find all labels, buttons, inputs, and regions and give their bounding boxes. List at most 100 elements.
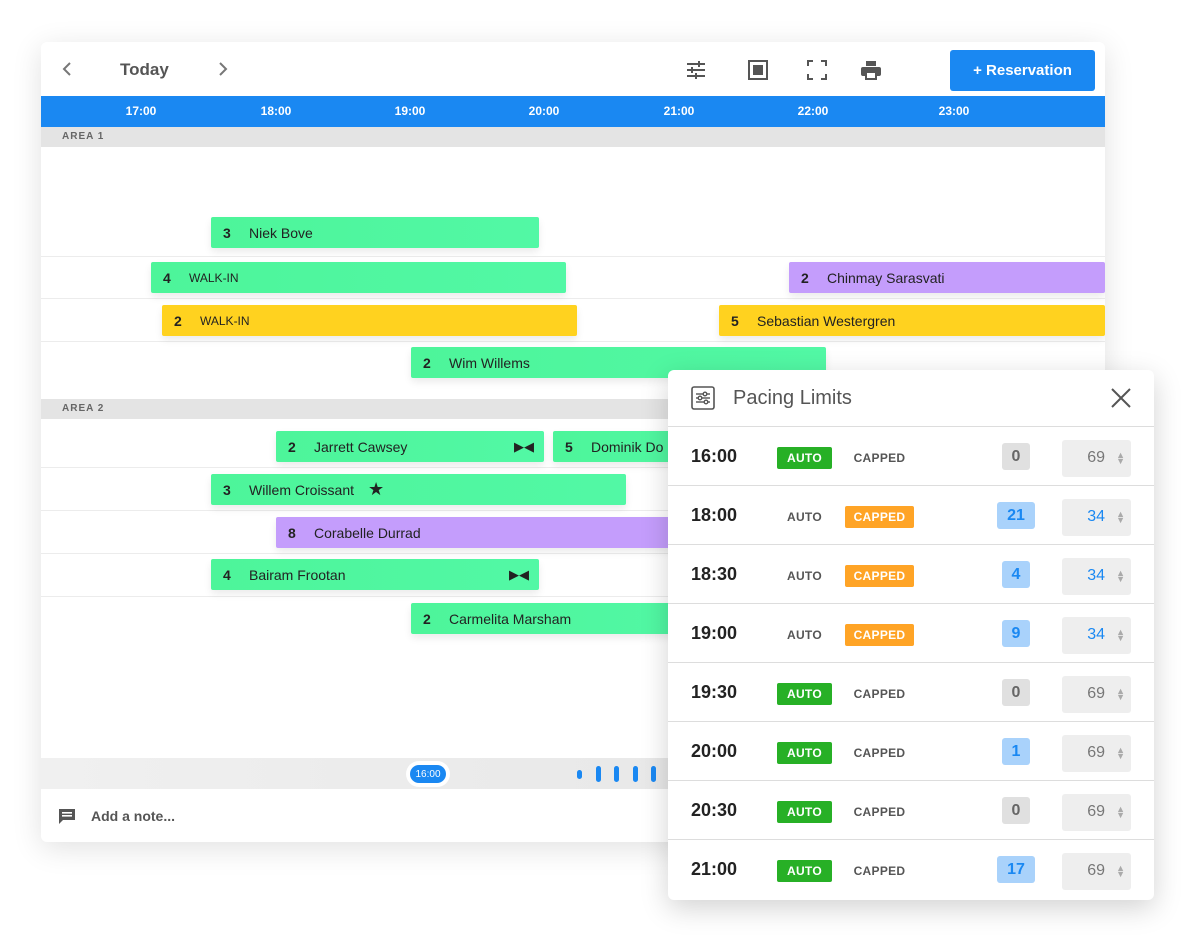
party-size: 2 [423, 610, 431, 627]
spinner-arrows-icon[interactable]: ▲ ▼ [1116, 628, 1125, 643]
limit-input[interactable]: 69 ▲ ▼ [1062, 853, 1131, 890]
party-size: 8 [288, 524, 296, 541]
spinner-arrows-icon[interactable]: ▲ ▼ [1116, 805, 1125, 820]
app-stage: Today + Reservation 17:00 18:00 19:00 20… [0, 0, 1200, 946]
comment-icon [59, 809, 75, 824]
spinner-arrows-icon[interactable]: ▲ ▼ [1116, 451, 1125, 466]
party-size: 2 [174, 312, 182, 329]
limit-value: 69 [1087, 744, 1105, 761]
party-size: 5 [565, 438, 573, 455]
hour-label: 23:00 [938, 104, 970, 118]
scrubber-tick [596, 766, 601, 782]
pacing-limits-panel: Pacing Limits 16:00 AUTO CAPPED 0 69 ▲ ▼ 1… [668, 370, 1154, 900]
party-size: 2 [288, 438, 296, 455]
covers-count: 0 [1002, 679, 1030, 706]
fullscreen-button[interactable] [805, 58, 829, 82]
covers-count: 21 [997, 502, 1035, 529]
chevron-right-icon [219, 62, 228, 76]
reservation-bar[interactable]: 2 Carmelita Marsham [411, 603, 701, 634]
pacing-row: 20:30 AUTO CAPPED 0 69 ▲ ▼ [668, 781, 1154, 840]
spinner-arrows-icon[interactable]: ▲ ▼ [1116, 510, 1125, 525]
note-placeholder: Add a note... [91, 808, 175, 824]
pacing-row: 21:00 AUTO CAPPED 17 69 ▲ ▼ [668, 840, 1154, 899]
guest-name: WALK-IN [189, 270, 239, 285]
pacing-row: 19:00 AUTO CAPPED 9 34 ▲ ▼ [668, 604, 1154, 663]
toolbar: Today + Reservation [41, 42, 1105, 96]
reservation-bar[interactable]: 2 Chinmay Sarasvati [789, 262, 1105, 293]
add-reservation-button[interactable]: + Reservation [950, 50, 1095, 91]
auto-toggle[interactable]: AUTO [777, 506, 832, 528]
date-label[interactable]: Today [120, 60, 169, 80]
vip-star-icon: ★ [368, 479, 385, 499]
auto-toggle[interactable]: AUTO [777, 624, 832, 646]
limit-value: 69 [1087, 685, 1105, 702]
limit-input[interactable]: 69 ▲ ▼ [1062, 440, 1131, 477]
party-size: 4 [223, 566, 231, 583]
auto-toggle[interactable]: AUTO [777, 801, 832, 823]
hour-label: 22:00 [797, 104, 829, 118]
guest-name: Sebastian Westergren [757, 312, 896, 329]
covers-count: 0 [1002, 797, 1030, 824]
scrubber-handle[interactable]: 16:00 [410, 765, 446, 783]
guest-name: Willem Croissant [249, 481, 355, 498]
layout-view-button[interactable] [746, 58, 770, 82]
close-icon[interactable] [1110, 387, 1132, 409]
reservation-bar[interactable]: 2 Jarrett Cawsey ▶◀ [276, 431, 544, 462]
pacing-row: 20:00 AUTO CAPPED 1 69 ▲ ▼ [668, 722, 1154, 781]
guest-name: Jarrett Cawsey [314, 438, 408, 455]
limit-input[interactable]: 34 ▲ ▼ [1062, 617, 1131, 654]
printer-icon [861, 61, 881, 80]
area-header: AREA 1 [41, 127, 1105, 147]
pacing-time: 19:00 [691, 623, 738, 643]
reservation-bar[interactable]: 5 Sebastian Westergren [719, 305, 1105, 336]
spinner-arrows-icon[interactable]: ▲ ▼ [1116, 864, 1125, 879]
spinner-arrows-icon[interactable]: ▲ ▼ [1116, 746, 1125, 761]
covers-count: 9 [1002, 620, 1030, 647]
auto-toggle[interactable]: AUTO [777, 565, 832, 587]
reservation-bar[interactable]: 3 Willem Croissant ★ [211, 474, 626, 505]
reservation-bar[interactable]: 4 Bairam Frootan ▶◀ [211, 559, 539, 590]
scrubber-tick [577, 770, 582, 779]
scrubber-tick [651, 766, 656, 782]
limit-input[interactable]: 69 ▲ ▼ [1062, 676, 1131, 713]
scrubber-tick [614, 766, 619, 782]
linked-tables-icon: ▶◀ [509, 567, 529, 582]
spinner-arrows-icon[interactable]: ▲ ▼ [1116, 569, 1125, 584]
reservation-bar[interactable]: 8 Corabelle Durrad [276, 517, 696, 548]
capped-toggle[interactable]: CAPPED [845, 447, 914, 469]
capped-toggle[interactable]: CAPPED [845, 624, 914, 646]
covers-count: 4 [1002, 561, 1030, 588]
limit-input[interactable]: 34 ▲ ▼ [1062, 499, 1131, 536]
capped-toggle[interactable]: CAPPED [845, 860, 914, 882]
filter-settings-button[interactable] [684, 58, 708, 82]
limit-input[interactable]: 69 ▲ ▼ [1062, 794, 1131, 831]
limit-input[interactable]: 34 ▲ ▼ [1062, 558, 1131, 595]
capped-toggle[interactable]: CAPPED [845, 683, 914, 705]
pacing-row: 18:30 AUTO CAPPED 4 34 ▲ ▼ [668, 545, 1154, 604]
auto-toggle[interactable]: AUTO [777, 683, 832, 705]
print-button[interactable] [859, 58, 883, 82]
row-divider [41, 256, 1105, 257]
capped-toggle[interactable]: CAPPED [845, 742, 914, 764]
auto-toggle[interactable]: AUTO [777, 860, 832, 882]
reservation-bar[interactable]: 4 WALK-IN [151, 262, 566, 293]
area-label: AREA 1 [62, 131, 105, 142]
next-day-button[interactable] [212, 58, 234, 80]
pacing-row: 16:00 AUTO CAPPED 0 69 ▲ ▼ [668, 427, 1154, 486]
auto-toggle[interactable]: AUTO [777, 447, 832, 469]
auto-toggle[interactable]: AUTO [777, 742, 832, 764]
capped-toggle[interactable]: CAPPED [845, 801, 914, 823]
previous-day-button[interactable] [56, 58, 78, 80]
pacing-time: 20:30 [691, 800, 738, 820]
capped-toggle[interactable]: CAPPED [845, 565, 914, 587]
limit-input[interactable]: 69 ▲ ▼ [1062, 735, 1131, 772]
capped-toggle[interactable]: CAPPED [845, 506, 914, 528]
reservation-bar[interactable]: 3 Niek Bove [211, 217, 539, 248]
hour-label: 17:00 [125, 104, 157, 118]
spinner-arrows-icon[interactable]: ▲ ▼ [1116, 687, 1125, 702]
chevron-left-icon [62, 62, 71, 76]
row-divider [41, 298, 1105, 299]
hour-label: 20:00 [528, 104, 560, 118]
guest-name: Carmelita Marsham [449, 610, 572, 627]
reservation-bar[interactable]: 2 WALK-IN [162, 305, 577, 336]
